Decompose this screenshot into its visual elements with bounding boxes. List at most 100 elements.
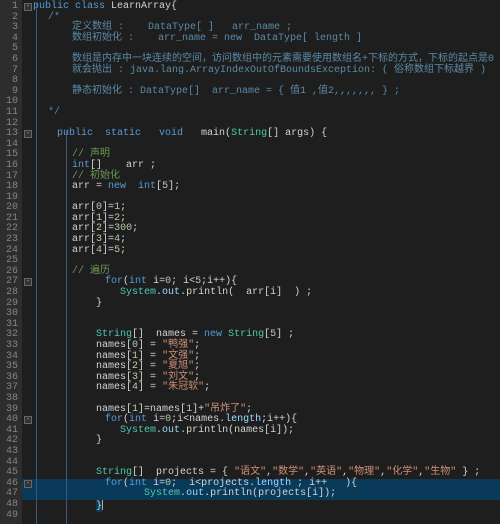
indent <box>24 202 72 213</box>
line-number: 1 <box>2 2 18 13</box>
code-token: "朱冠软" <box>162 382 204 393</box>
indent <box>24 435 96 446</box>
code-line[interactable]: 数组初始化 : arr_name = new DataType[ length … <box>22 34 500 45</box>
indent <box>24 404 96 415</box>
code-token: ]=names[ <box>138 404 186 415</box>
code-line[interactable]: } <box>22 299 500 310</box>
indent <box>24 501 96 512</box>
code-token: } <box>96 435 102 446</box>
indent <box>24 223 72 234</box>
line-number: 16 <box>2 161 18 172</box>
code-token: 300 <box>114 223 132 234</box>
code-token: System <box>120 287 156 298</box>
code-line[interactable]: } <box>22 436 500 447</box>
code-token: 数组初始化 : arr_name = new DataType[ length … <box>72 33 362 44</box>
code-token: length <box>225 414 261 425</box>
fold-icon[interactable]: - <box>24 278 32 286</box>
code-token: ;i<names. <box>171 414 225 425</box>
indent <box>24 382 96 393</box>
code-token: "数学" <box>272 467 304 478</box>
indent <box>33 276 105 287</box>
indent <box>24 171 72 182</box>
code-token: public static void <box>57 128 183 139</box>
fold-icon[interactable]: - <box>24 416 32 424</box>
code-line[interactable]: System.out.println(projects[i]); <box>22 489 500 500</box>
code-line[interactable] <box>22 97 500 108</box>
code-token: out <box>186 488 204 499</box>
code-line[interactable] <box>22 511 500 522</box>
code-line[interactable]: 就会抛出 : java.lang.ArrayIndexOutOfBoundsEx… <box>22 66 500 77</box>
code-token: int <box>129 414 147 425</box>
code-line[interactable] <box>22 309 500 320</box>
indent-guide <box>36 2 37 524</box>
code-token: String <box>96 329 132 340</box>
code-token: ] = <box>138 382 162 393</box>
code-token: ; <box>194 361 200 372</box>
indent <box>24 287 120 298</box>
code-token: 定义数组 : DataType[ ] arr_name ; <box>72 22 292 33</box>
fold-icon[interactable]: - <box>24 3 32 11</box>
code-token: arr[ <box>72 223 96 234</box>
code-token: [] args) { <box>267 128 327 139</box>
code-line[interactable]: 静态初始化 : DataType[] arr_name = { 值1 ,值2,,… <box>22 87 500 98</box>
code-token: [] projects = { <box>132 467 234 478</box>
indent <box>24 340 96 351</box>
code-token: ] = <box>138 351 162 362</box>
indent <box>24 351 96 362</box>
code-token: .println( arr[i] ) ; <box>180 287 312 298</box>
code-token: 静态初始化 : DataType[] arr_name = { 值1 ,值2,,… <box>72 86 400 97</box>
indent <box>24 467 96 478</box>
line-number: 6 <box>2 55 18 66</box>
code-token: System <box>120 425 156 436</box>
code-line[interactable]: arr = new int[5]; <box>22 182 500 193</box>
indent <box>24 160 72 171</box>
code-token: names[ <box>96 361 132 372</box>
code-token: } ; <box>456 467 480 478</box>
code-token: i= <box>147 276 165 287</box>
indent <box>24 86 72 97</box>
code-line[interactable]: -public class LearnArray{ <box>22 2 500 13</box>
code-token: "语文" <box>234 467 266 478</box>
code-line[interactable] <box>22 447 500 458</box>
code-token: arr[ <box>72 202 96 213</box>
code-token: ; <box>132 223 138 234</box>
fold-icon[interactable]: - <box>24 130 32 138</box>
code-token: [] names = <box>132 329 204 340</box>
code-line[interactable]: */ <box>22 108 500 119</box>
code-line[interactable]: arr[4]=5; <box>22 246 500 257</box>
indent <box>24 488 144 499</box>
code-token: 就会抛出 : java.lang.ArrayIndexOutOfBoundsEx… <box>72 65 486 76</box>
indent <box>24 149 72 160</box>
code-token: "物理" <box>348 467 380 478</box>
indent <box>24 22 72 33</box>
code-line[interactable]: names[4] = "朱冠软"; <box>22 383 500 394</box>
code-token: int <box>129 276 147 287</box>
code-token: int <box>72 160 90 171</box>
code-token: ; <box>194 351 200 362</box>
code-token: ;i++){ <box>201 276 237 287</box>
indent <box>24 33 72 44</box>
code-line[interactable]: } <box>22 500 500 511</box>
indent <box>24 181 72 192</box>
line-number: 38 <box>2 394 18 405</box>
code-line[interactable]: - public static void main(String[] args)… <box>22 129 500 140</box>
code-token: ]= <box>102 223 114 234</box>
fold-icon[interactable]: - <box>24 480 32 488</box>
indent <box>33 414 105 425</box>
code-editor[interactable]: -public class LearnArray{ /* 定义数组 : Data… <box>22 0 500 524</box>
code-token: String <box>231 128 267 139</box>
code-token: out <box>162 287 180 298</box>
code-token: ; <box>120 234 126 245</box>
indent <box>24 245 72 256</box>
code-token: ; <box>204 382 210 393</box>
code-token: "夏旭" <box>162 361 194 372</box>
code-token: // 声明 <box>72 149 110 160</box>
code-token: new int <box>108 181 156 192</box>
indent <box>24 329 96 340</box>
code-token: .println(names[i]); <box>180 425 294 436</box>
indent <box>24 54 72 65</box>
indent-guide <box>66 130 67 524</box>
code-token: .println(projects[i]); <box>204 488 336 499</box>
code-token: main( <box>183 128 231 139</box>
code-token: "文强" <box>162 351 194 362</box>
